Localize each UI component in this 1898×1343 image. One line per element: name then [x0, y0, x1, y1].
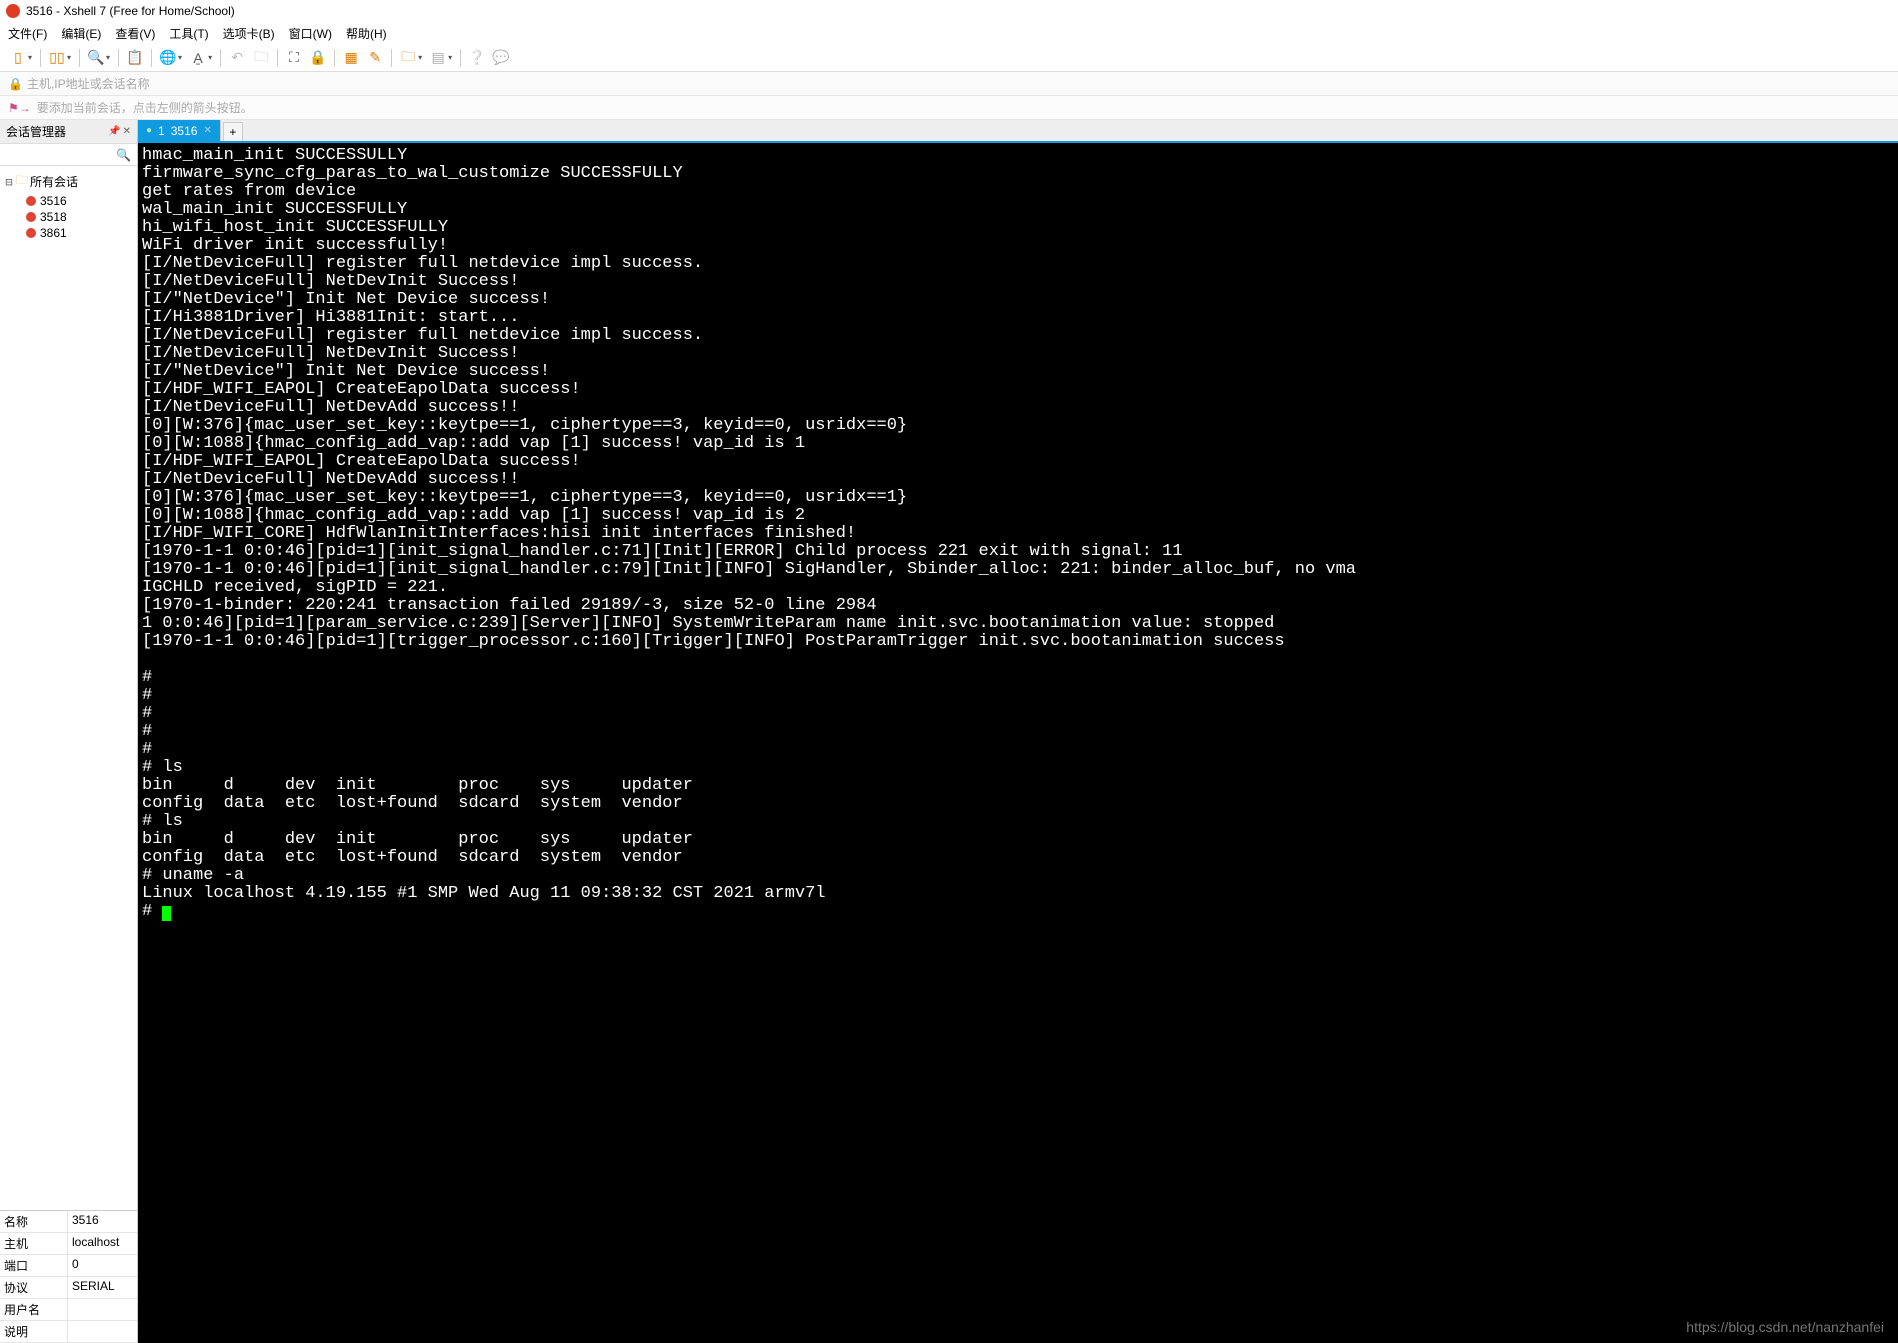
prop-key: 端口 [0, 1255, 68, 1276]
folder-icon: 🗀 [16, 171, 28, 192]
menu-edit[interactable]: 编辑(E) [61, 25, 101, 42]
window-titlebar: 3516 - Xshell 7 (Free for Home/School) [0, 0, 1898, 22]
sidebar-title: 会话管理器 [6, 123, 66, 140]
tree-root-label: 所有会话 [30, 173, 78, 190]
tree-item-3861[interactable]: 3861 [4, 225, 133, 241]
tree-item-3518[interactable]: 3518 [4, 209, 133, 225]
folder-icon[interactable]: 🗀 [251, 48, 271, 68]
session-tree: ⊟ 🗀 所有会话 3516 3518 3861 [0, 166, 137, 1210]
app-icon [6, 4, 20, 18]
sidebar: 会话管理器 📌 ✕ 🔍 ⊟ 🗀 所有会话 3516 3518 [0, 120, 138, 1343]
font-icon[interactable]: A̱ [188, 48, 208, 68]
prop-key: 名称 [0, 1211, 68, 1232]
tree-item-label: 3518 [40, 210, 67, 224]
toolbar-icon-2[interactable]: 🗀 [398, 48, 418, 68]
tab-status-icon: ● [146, 125, 152, 136]
session-properties: 名称3516 主机localhost 端口0 协议SERIAL 用户名 说明 [0, 1210, 137, 1343]
tab-add-button[interactable]: + [223, 122, 243, 141]
menu-view[interactable]: 查看(V) [115, 25, 155, 42]
prop-row-username: 用户名 [0, 1299, 137, 1321]
sidebar-search-icon: 🔍 [116, 148, 131, 162]
tree-item-label: 3861 [40, 226, 67, 240]
prop-key: 说明 [0, 1321, 68, 1342]
new-session-icon[interactable]: ▯ [8, 48, 28, 68]
clipboard-icon[interactable]: 📋 [125, 48, 145, 68]
search-icon[interactable]: 🔍 [86, 48, 106, 68]
tree-item-3516[interactable]: 3516 [4, 193, 133, 209]
hint-bar: ⚑→ 要添加当前会话，点击左侧的箭头按钮。 [0, 96, 1898, 120]
highlighter-icon[interactable]: ✎ [365, 48, 385, 68]
flag-icon[interactable]: ⚑→ [8, 101, 31, 115]
addressbar: 🔒 主机,IP地址或会话名称 [0, 72, 1898, 96]
watermark: https://blog.csdn.net/nanzhanfei [1686, 1319, 1884, 1335]
prop-value: 3516 [68, 1211, 137, 1232]
sidebar-header: 会话管理器 📌 ✕ [0, 120, 137, 144]
sidebar-search[interactable]: 🔍 [0, 144, 137, 166]
menu-window[interactable]: 窗口(W) [289, 25, 332, 42]
prop-value [68, 1321, 137, 1342]
terminal-output[interactable]: hmac_main_init SUCCESSULLY firmware_sync… [138, 143, 1898, 1343]
menu-tools[interactable]: 工具(T) [169, 25, 208, 42]
terminal-cursor [162, 906, 171, 921]
session-icon [26, 212, 36, 222]
window-title: 3516 - Xshell 7 (Free for Home/School) [26, 4, 235, 18]
session-icon [26, 196, 36, 206]
prop-key: 协议 [0, 1277, 68, 1298]
sidebar-pin-icon[interactable]: 📌 [108, 126, 120, 137]
tree-root[interactable]: ⊟ 🗀 所有会话 [4, 170, 133, 193]
tree-item-label: 3516 [40, 194, 67, 208]
menu-help[interactable]: 帮助(H) [346, 25, 387, 42]
prop-row-desc: 说明 [0, 1321, 137, 1343]
address-input[interactable]: 主机,IP地址或会话名称 [27, 75, 1890, 92]
prop-row-protocol: 协议SERIAL [0, 1277, 137, 1299]
fullscreen-icon[interactable]: ⛶ [284, 48, 304, 68]
chat-icon[interactable]: 💬 [491, 48, 511, 68]
address-lock-icon: 🔒 [8, 77, 23, 91]
tab-label: 3516 [171, 124, 198, 138]
prop-row-name: 名称3516 [0, 1211, 137, 1233]
prop-row-port: 端口0 [0, 1255, 137, 1277]
help-icon[interactable]: ❔ [467, 48, 487, 68]
collapse-icon[interactable]: ⊟ [4, 175, 14, 189]
tab-index: 1 [158, 124, 165, 138]
content-area: ● 1 3516 ✕ + hmac_main_init SUCCESSULLY … [138, 120, 1898, 1343]
tabs-bar: ● 1 3516 ✕ + [138, 120, 1898, 143]
prop-value: localhost [68, 1233, 137, 1254]
tab-3516[interactable]: ● 1 3516 ✕ [138, 120, 221, 141]
hint-text: 要添加当前会话，点击左侧的箭头按钮。 [37, 99, 253, 116]
menu-file[interactable]: 文件(F) [8, 25, 47, 42]
terminal-text: hmac_main_init SUCCESSULLY firmware_sync… [142, 146, 1356, 921]
layout-icon[interactable]: ▤ [428, 48, 448, 68]
prop-value: SERIAL [68, 1277, 137, 1298]
undo-icon[interactable]: ↶ [227, 48, 247, 68]
menubar: 文件(F) 编辑(E) 查看(V) 工具(T) 选项卡(B) 窗口(W) 帮助(… [0, 22, 1898, 44]
session-icon [26, 228, 36, 238]
tab-close-icon[interactable]: ✕ [203, 125, 211, 136]
menu-tabs[interactable]: 选项卡(B) [223, 25, 275, 42]
prop-row-host: 主机localhost [0, 1233, 137, 1255]
prop-key: 主机 [0, 1233, 68, 1254]
prop-value: 0 [68, 1255, 137, 1276]
globe-icon[interactable]: 🌐 [158, 48, 178, 68]
prop-value [68, 1299, 137, 1320]
prop-key: 用户名 [0, 1299, 68, 1320]
copy-session-icon[interactable]: ▯▯ [47, 48, 67, 68]
lock-icon[interactable]: 🔒 [308, 48, 328, 68]
main-area: 会话管理器 📌 ✕ 🔍 ⊟ 🗀 所有会话 3516 3518 [0, 120, 1898, 1343]
toolbar-icon-1[interactable]: ▦ [341, 48, 361, 68]
toolbar: ▯▾ ▯▯▾ 🔍▾ 📋 🌐▾ A̱▾ ↶ 🗀 ⛶ 🔒 ▦ ✎ 🗀▾ ▤▾ ❔ 💬 [0, 44, 1898, 72]
sidebar-close-icon[interactable]: ✕ [123, 126, 131, 137]
